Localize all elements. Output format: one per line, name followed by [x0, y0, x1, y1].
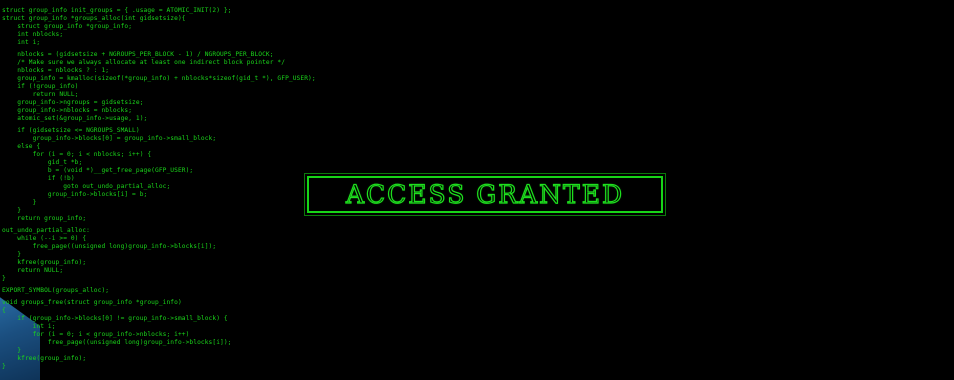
code-line: }	[2, 251, 22, 258]
code-line: return NULL;	[2, 267, 64, 274]
code-line: group_info->nblocks = nblocks;	[2, 107, 133, 114]
code-line: free_page((unsigned long)group_info->blo…	[2, 339, 232, 346]
access-granted-text: ACCESS GRANTED	[345, 179, 624, 209]
code-line: /* Make sure we always allocate at least…	[2, 59, 286, 66]
code-line: while (--i >= 0) {	[2, 235, 87, 242]
code-line: return group_info;	[2, 215, 87, 222]
code-line: struct group_info init_groups = { .usage…	[2, 7, 232, 14]
code-line: nblocks = (gidsetsize + NGROUPS_PER_BLOC…	[2, 51, 274, 58]
code-line: }	[2, 207, 22, 214]
code-line: EXPORT_SYMBOL(groups_alloc);	[2, 287, 110, 294]
hacker-terminal-screen: struct group_info init_groups = { .usage…	[0, 0, 954, 380]
code-line: for (i = 0; i < group_info->nblocks; i++…	[2, 331, 190, 338]
code-line: kfree(group_info);	[2, 355, 87, 362]
code-line: }	[2, 347, 22, 354]
code-line: gid_t *b;	[2, 159, 83, 166]
code-line: }	[2, 199, 37, 206]
code-line: }	[2, 275, 6, 282]
code-line: kfree(group_info);	[2, 259, 87, 266]
code-line: b = (void *)__get_free_page(GFP_USER);	[2, 167, 194, 174]
code-line: goto out_undo_partial_alloc;	[2, 183, 171, 190]
code-line: for (i = 0; i < nblocks; i++) {	[2, 151, 152, 158]
code-line: free_page((unsigned long)group_info->blo…	[2, 243, 217, 250]
code-line: else {	[2, 143, 41, 150]
code-line: atomic_set(&group_info->usage, 1);	[2, 115, 148, 122]
code-line: int i;	[2, 39, 41, 46]
code-line: if (!b)	[2, 175, 75, 182]
access-granted-banner: ACCESS GRANTED	[304, 173, 666, 216]
code-line: if (!group_info)	[2, 83, 79, 90]
code-line: {	[2, 307, 6, 314]
code-line: }	[2, 363, 6, 370]
code-line: group_info = kmalloc(sizeof(*group_info)…	[2, 75, 316, 82]
code-line: group_info->ngroups = gidsetsize;	[2, 99, 144, 106]
code-line: struct group_info *groups_alloc(int gids…	[2, 15, 186, 22]
code-line: group_info->blocks[i] = b;	[2, 191, 148, 198]
code-line: int nblocks;	[2, 31, 64, 38]
code-line: struct group_info *group_info;	[2, 23, 133, 30]
code-line: nblocks = nblocks ? : 1;	[2, 67, 110, 74]
code-line: out_undo_partial_alloc:	[2, 227, 90, 234]
code-line: if (group_info->blocks[0] != group_info-…	[2, 315, 228, 322]
code-line: int i;	[2, 323, 56, 330]
code-line: group_info->blocks[0] = group_info->smal…	[2, 135, 217, 142]
code-line: return NULL;	[2, 91, 79, 98]
code-line: if (gidsetsize <= NGROUPS_SMALL)	[2, 127, 140, 134]
code-line: void groups_free(struct group_info *grou…	[2, 299, 182, 306]
